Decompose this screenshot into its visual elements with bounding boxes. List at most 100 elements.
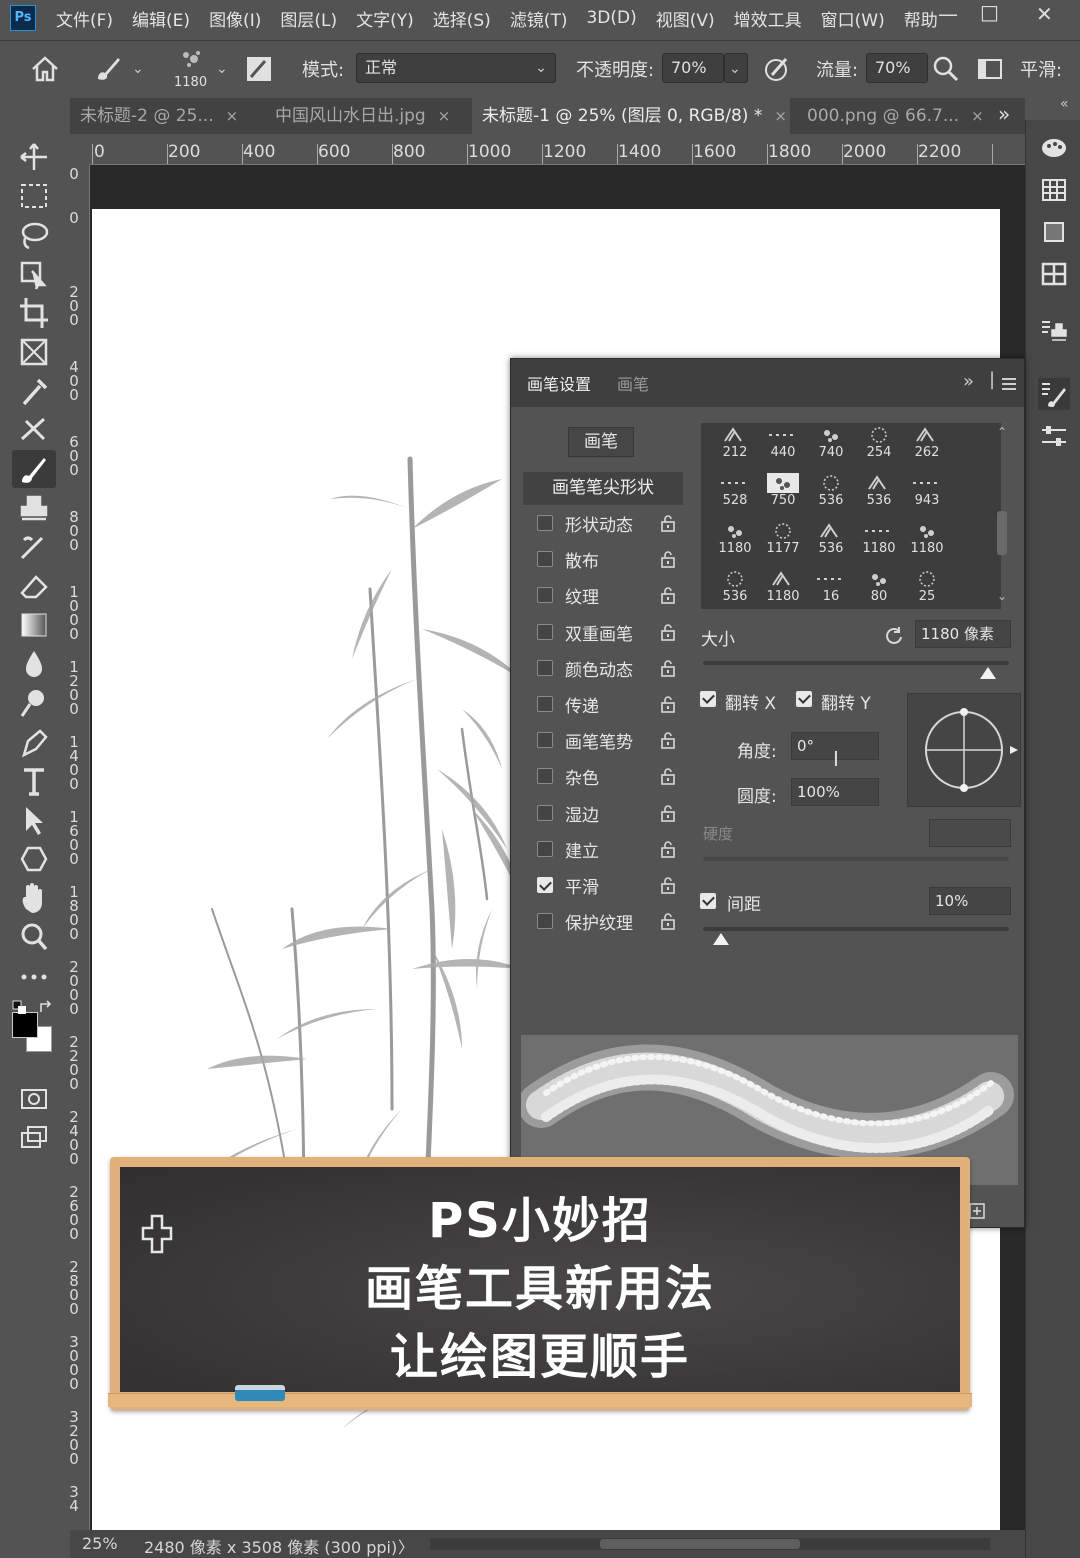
toggle-brush-panel-icon[interactable] [245,55,273,83]
gradient-tool[interactable] [12,606,56,644]
minimize-button[interactable]: — [938,2,958,26]
more-tools[interactable] [12,957,56,995]
brush-preset[interactable]: 536 [809,519,853,565]
brush-option-checkbox[interactable] [537,587,553,604]
brush-option-checkbox[interactable] [537,659,553,676]
eraser-tool[interactable] [12,567,56,605]
lock-icon[interactable] [659,585,677,605]
close-icon[interactable]: × [774,107,787,125]
flip-x-checkbox[interactable] [700,691,716,707]
blur-tool[interactable] [12,645,56,683]
angle-roundness-widget[interactable] [907,693,1021,807]
menu-plugins[interactable]: 增效工具 [734,6,802,31]
horizontal-scrollbar[interactable] [430,1538,990,1550]
brush-preset[interactable]: 262 [905,423,949,469]
restore-button[interactable]: □ [980,0,999,24]
preset-scrollbar[interactable]: ⌃ ⌄ [993,423,1011,609]
screen-mode-button[interactable] [12,1119,56,1157]
tab-000-png[interactable]: 000.png @ 66.7... × [797,98,984,134]
clone-stamp-tool[interactable] [12,489,56,527]
brush-preset[interactable]: 536 [857,471,901,517]
brush-option-row[interactable]: 纹理 [537,581,687,611]
chevron-down-icon[interactable]: ⌄ [132,61,144,77]
tabs-overflow-icon[interactable]: » [998,102,1010,126]
lock-icon[interactable] [659,730,677,750]
brush-tip-shape-item[interactable]: 画笔笔尖形状 [523,472,683,505]
pressure-size-icon[interactable] [976,57,1004,81]
close-icon[interactable]: × [438,107,451,125]
hand-tool[interactable] [12,879,56,917]
brush-settings-icon[interactable] [1038,378,1070,410]
eyedropper-tool[interactable] [12,372,56,410]
mode-select[interactable]: 正常 ⌄ [356,53,556,83]
roundness-input[interactable]: 100% [791,778,879,806]
new-brush-icon[interactable] [969,1203,985,1219]
type-tool[interactable] [12,762,56,800]
quick-mask-button[interactable] [12,1080,56,1118]
brush-option-row[interactable]: 建立 [537,835,687,865]
dodge-tool[interactable] [12,684,56,722]
swatches-grid-icon[interactable] [1038,174,1070,206]
brush-option-checkbox[interactable] [537,877,553,893]
lock-icon[interactable] [659,513,677,533]
swap-colors-icon[interactable] [38,1000,54,1016]
brush-option-checkbox[interactable] [537,804,553,821]
brush-preset[interactable]: 1177 [761,519,805,565]
brush-option-row[interactable]: 平滑 [537,871,687,901]
tab-untitled-2[interactable]: 未标题-2 @ 25... × [70,98,255,134]
pressure-opacity-icon[interactable] [762,55,792,83]
home-icon[interactable] [30,55,60,83]
spacing-input[interactable]: 10% [929,887,1011,915]
lock-icon[interactable] [659,694,677,714]
default-colors-icon[interactable] [12,1000,28,1016]
menu-view[interactable]: 视图(V) [656,6,715,31]
lock-icon[interactable] [659,803,677,823]
color-swatches[interactable] [10,1000,58,1060]
brush-option-row[interactable]: 保护纹理 [537,907,687,937]
crop-tool[interactable] [12,294,56,332]
tab-brush-settings[interactable]: 画笔设置 [527,371,591,395]
brush-preset[interactable]: 1180 [713,519,757,565]
brush-preset[interactable]: 212 [713,423,757,469]
spacing-slider-track[interactable] [703,927,1009,931]
brush-preset[interactable]: 80 [857,567,901,613]
lasso-tool[interactable] [12,216,56,254]
brush-option-row[interactable]: 画笔笔势 [537,726,687,756]
reset-size-icon[interactable] [883,625,905,647]
brush-option-row[interactable]: 散布 [537,545,687,575]
brush-preset[interactable]: 943 [905,471,949,517]
brush-option-checkbox[interactable] [537,696,553,712]
collapse-dock-icon[interactable]: « [1060,96,1069,112]
menu-image[interactable]: 图像(I) [209,6,261,31]
brush-preset[interactable]: 528 [713,471,757,517]
menu-edit[interactable]: 编辑(E) [132,6,190,31]
brush-preset[interactable]: 536 [809,471,853,517]
flip-y-checkbox[interactable] [796,691,812,707]
flow-input[interactable]: 70% [866,53,928,83]
tab-untitled-1[interactable]: 未标题-1 @ 25% (图层 0, RGB/8) * × [472,98,790,134]
size-slider-track[interactable] [703,661,1009,665]
gradients-icon[interactable] [1038,216,1070,248]
brush-option-row[interactable]: 杂色 [537,762,687,792]
lock-icon[interactable] [659,875,677,895]
chevron-up-icon[interactable]: ⌃ [997,425,1007,439]
brush-preset[interactable]: 1180 [761,567,805,613]
size-slider-knob[interactable] [979,667,996,679]
lock-icon[interactable] [659,658,677,678]
brush-option-row[interactable]: 颜色动态 [537,654,687,684]
status-menu-icon[interactable]: 〉 [398,1534,414,1558]
brush-preset[interactable]: 25 [905,567,949,613]
healing-brush-tool[interactable] [12,411,56,449]
move-tool[interactable] [12,138,56,176]
close-icon[interactable]: × [971,107,984,125]
lock-icon[interactable] [659,911,677,931]
brush-option-checkbox[interactable] [537,732,553,749]
lock-icon[interactable] [659,622,677,642]
palette-icon[interactable] [1038,132,1070,164]
patterns-icon[interactable] [1038,258,1070,290]
panel-expand-icon[interactable]: » [963,371,974,392]
brushes-button[interactable]: 画笔 [568,427,634,457]
tab-brushes[interactable]: 画笔 [617,371,649,395]
brush-tip-presets[interactable]: 212 440 740 254 262 528 750 536 536 943 1180 1177 53… [701,423,1001,609]
brush-option-row[interactable]: 形状动态 [537,509,687,539]
